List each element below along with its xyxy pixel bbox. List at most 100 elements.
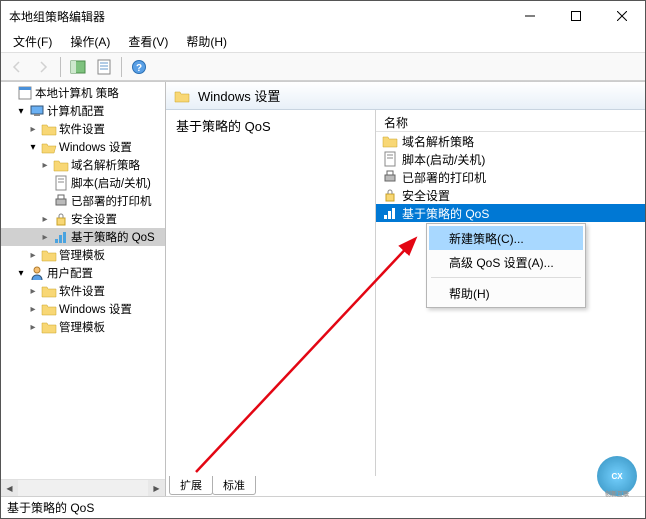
list-item-label: 脚本(启动/关机)	[402, 151, 485, 168]
folder-icon	[382, 133, 398, 149]
tree-dns-policy[interactable]: ▸ 域名解析策略	[1, 156, 165, 174]
tree-item-label: 已部署的打印机	[71, 193, 152, 209]
column-header-name[interactable]: 名称	[376, 110, 645, 132]
tab-extended[interactable]: 扩展	[169, 476, 213, 495]
chevron-right-icon[interactable]: ▸	[37, 157, 53, 173]
tree-windows-settings-1[interactable]: ▾ Windows 设置	[1, 138, 165, 156]
tree-item-label: 脚本(启动/关机)	[71, 175, 151, 191]
chevron-right-icon[interactable]: ▸	[25, 301, 41, 317]
chevron-down-icon[interactable]: ▾	[13, 265, 29, 281]
app-window: 本地组策略编辑器 文件(F) 操作(A) 查看(V) 帮助(H)	[0, 0, 646, 519]
tree-admin-templates-1[interactable]: ▸ 管理模板	[1, 246, 165, 264]
list-item-label: 基于策略的 QoS	[402, 205, 489, 222]
security-icon	[53, 211, 69, 227]
list-item[interactable]: 域名解析策略	[376, 132, 645, 150]
context-menu: 新建策略(C)... 高级 QoS 设置(A)... 帮助(H)	[426, 223, 586, 308]
breadcrumb: Windows 设置	[166, 82, 645, 110]
security-icon	[382, 187, 398, 203]
tree-hscrollbar[interactable]: ◀ ▶	[1, 479, 165, 496]
toolbar-separator	[60, 57, 61, 77]
tree-security-1[interactable]: ▸ 安全设置	[1, 210, 165, 228]
tree-qos-1[interactable]: ▸ 基于策略的 QoS	[1, 228, 165, 246]
tree-admin-templates-2[interactable]: ▸ 管理模板	[1, 318, 165, 336]
folder-icon	[41, 283, 57, 299]
minimize-button[interactable]	[507, 1, 553, 31]
menu-action[interactable]: 操作(A)	[62, 31, 118, 52]
ctx-advanced-qos[interactable]: 高级 QoS 设置(A)...	[429, 250, 583, 274]
tree-windows-settings-2[interactable]: ▸ Windows 设置	[1, 300, 165, 318]
chevron-down-icon[interactable]: ▾	[25, 139, 41, 155]
ctx-help[interactable]: 帮助(H)	[429, 281, 583, 305]
tree-item-label: 软件设置	[59, 121, 105, 137]
twisty-icon[interactable]	[1, 85, 17, 101]
folder-icon	[53, 157, 69, 173]
computer-icon	[29, 103, 45, 119]
properties-button[interactable]	[92, 56, 116, 78]
ctx-new-policy[interactable]: 新建策略(C)...	[429, 226, 583, 250]
tree-item-label: Windows 设置	[59, 301, 132, 317]
svg-text:?: ?	[136, 63, 142, 74]
menu-file[interactable]: 文件(F)	[5, 31, 60, 52]
list-item[interactable]: 基于策略的 QoS	[376, 204, 645, 222]
content-area: 基于策略的 QoS 名称 域名解析策略 脚本(启动/关机) 已部署的打印机	[166, 110, 645, 476]
menu-help[interactable]: 帮助(H)	[178, 31, 235, 52]
chevron-right-icon[interactable]: ▸	[25, 247, 41, 263]
tree-item-label: 本地计算机 策略	[35, 85, 119, 101]
list-item-label: 安全设置	[402, 187, 450, 204]
ctx-separator	[431, 277, 581, 278]
tree-item-label: 管理模板	[59, 247, 105, 263]
chevron-right-icon[interactable]: ▸	[25, 283, 41, 299]
toolbar-separator-2	[121, 57, 122, 77]
tree-item-label: 用户配置	[47, 265, 93, 281]
list-item[interactable]: 已部署的打印机	[376, 168, 645, 186]
close-button[interactable]	[599, 1, 645, 31]
menu-view[interactable]: 查看(V)	[120, 31, 176, 52]
qos-icon	[382, 205, 398, 221]
script-icon	[382, 151, 398, 167]
toolbar: ?	[1, 53, 645, 81]
script-icon	[53, 175, 69, 191]
back-button[interactable]	[5, 56, 29, 78]
chevron-right-icon[interactable]: ▸	[37, 211, 53, 227]
folder-icon	[41, 319, 57, 335]
navigation-tree[interactable]: 本地计算机 策略 ▾ 计算机配置 ▸ 软件设置	[1, 82, 165, 479]
twisty-icon	[37, 193, 53, 209]
tree-scripts-1[interactable]: 脚本(启动/关机)	[1, 174, 165, 192]
tree-software-settings-1[interactable]: ▸ 软件设置	[1, 120, 165, 138]
list-column: 名称 域名解析策略 脚本(启动/关机) 已部署的打印机	[376, 110, 645, 476]
help-button[interactable]: ?	[127, 56, 151, 78]
tree-printers-1[interactable]: 已部署的打印机	[1, 192, 165, 210]
description-column: 基于策略的 QoS	[166, 110, 376, 476]
watermark-text: CX	[611, 472, 622, 481]
chevron-down-icon[interactable]: ▾	[13, 103, 29, 119]
folder-icon	[41, 301, 57, 317]
tree-computer-config[interactable]: ▾ 计算机配置	[1, 102, 165, 120]
user-icon	[29, 265, 45, 281]
chevron-right-icon[interactable]: ▸	[25, 121, 41, 137]
menu-bar: 文件(F) 操作(A) 查看(V) 帮助(H)	[1, 31, 645, 53]
tree-item-label: 域名解析策略	[71, 157, 140, 173]
printer-icon	[382, 169, 398, 185]
maximize-button[interactable]	[553, 1, 599, 31]
tree-item-label: 安全设置	[71, 211, 117, 227]
tree-user-config[interactable]: ▾ 用户配置	[1, 264, 165, 282]
page-title: Windows 设置	[198, 86, 280, 105]
list-item-label: 域名解析策略	[402, 133, 474, 150]
tab-standard[interactable]: 标准	[212, 476, 256, 495]
tree-item-label: 计算机配置	[47, 103, 105, 119]
chevron-right-icon[interactable]: ▸	[37, 229, 53, 245]
forward-button[interactable]	[31, 56, 55, 78]
chevron-right-icon[interactable]: ▸	[25, 319, 41, 335]
list-item[interactable]: 脚本(启动/关机)	[376, 150, 645, 168]
folder-icon	[41, 247, 57, 263]
tree-panel: 本地计算机 策略 ▾ 计算机配置 ▸ 软件设置	[1, 82, 166, 496]
scroll-right-button[interactable]: ▶	[148, 480, 165, 497]
tree-root[interactable]: 本地计算机 策略	[1, 84, 165, 102]
tree-software-settings-2[interactable]: ▸ 软件设置	[1, 282, 165, 300]
tab-strip: 扩展 标准	[166, 476, 645, 496]
scroll-left-button[interactable]: ◀	[1, 480, 18, 497]
title-bar: 本地组策略编辑器	[1, 1, 645, 31]
list-item[interactable]: 安全设置	[376, 186, 645, 204]
show-hide-tree-button[interactable]	[66, 56, 90, 78]
policy-icon	[17, 85, 33, 101]
